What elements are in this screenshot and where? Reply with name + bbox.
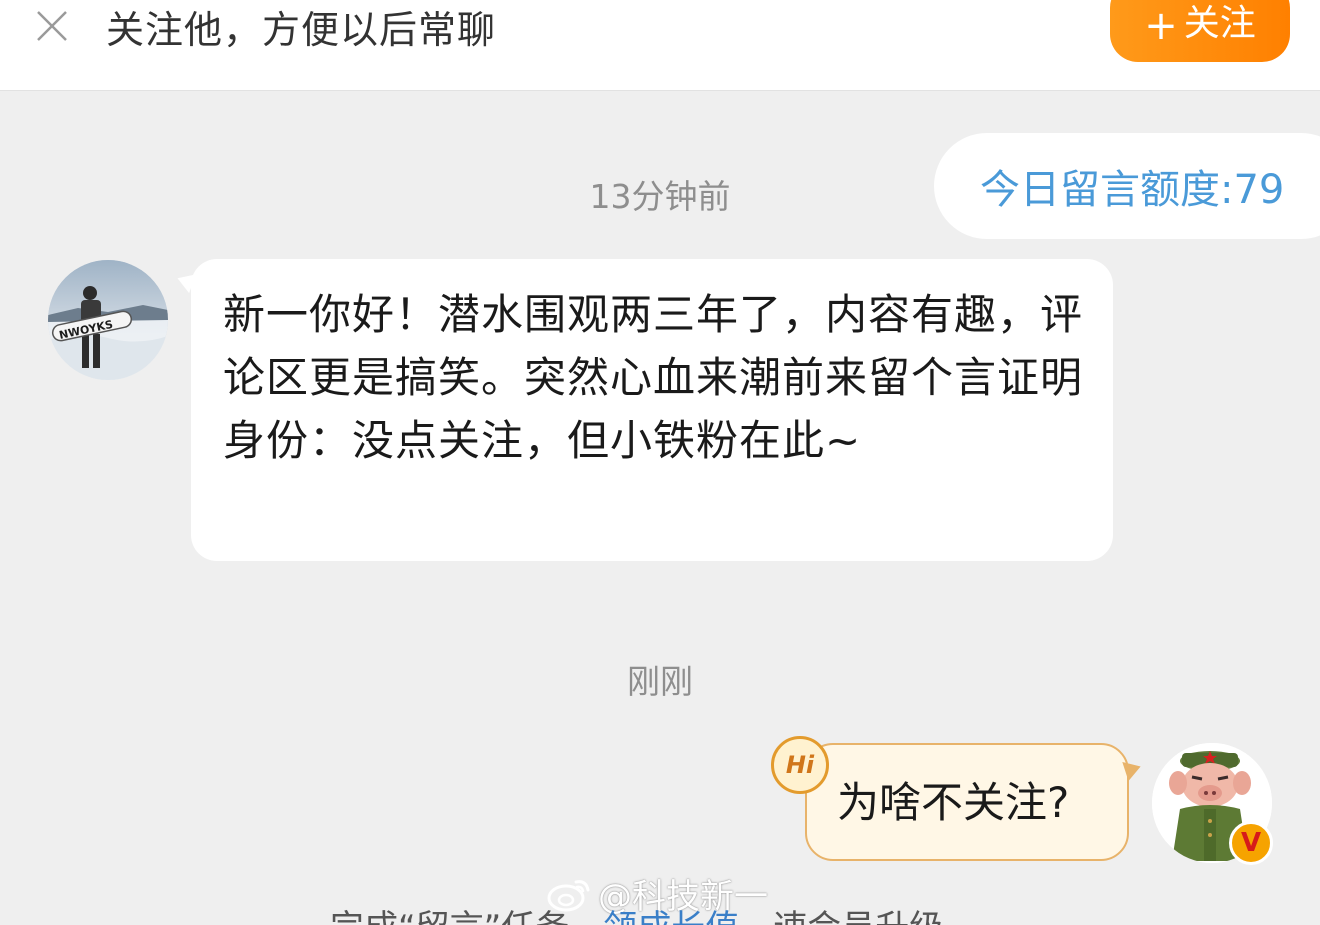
bottom-partial-hint: 完成“留言”任务，领成长值，速会员升级 [330, 908, 1030, 925]
received-message-bubble[interactable]: 新一你好！潜水围观两三年了，内容有趣，评论区更是搞笑。突然心血来潮前来留个言证明… [174, 259, 1113, 561]
received-message-text: 新一你好！潜水围观两三年了，内容有趣，评论区更是搞笑。突然心血来潮前来留个言证明… [223, 290, 1084, 465]
plus-icon: + [1144, 3, 1178, 49]
bubble-tail [174, 268, 196, 294]
sent-message-text: 为啥不关注? [837, 778, 1070, 827]
bottom-hint-text-end: ，速会员升级 [739, 908, 943, 925]
bottom-hint-text: 完成“留言”任务， [330, 908, 603, 925]
sent-message-bubble[interactable]: 为啥不关注? [805, 743, 1144, 861]
message-timestamp: 13分钟前 [589, 177, 731, 216]
weibo-logo-icon [547, 880, 590, 912]
hi-badge: Hi [771, 736, 829, 794]
follow-button-label: 关注 [1183, 3, 1256, 44]
verified-badge-icon: V [1229, 821, 1273, 865]
bottom-hint-link[interactable]: 领成长值 [603, 908, 739, 925]
follow-prompt-text: 关注他，方便以后常聊 [106, 8, 497, 52]
top-bar: 关注他，方便以后常聊 + 关注 [0, 0, 1320, 91]
bubble-tail [1122, 757, 1144, 781]
message-timestamp: 刚刚 [627, 662, 693, 701]
close-icon[interactable] [32, 6, 72, 46]
sender-avatar[interactable]: NWOYKS [48, 260, 168, 380]
follow-button[interactable]: + 关注 [1110, 0, 1290, 62]
